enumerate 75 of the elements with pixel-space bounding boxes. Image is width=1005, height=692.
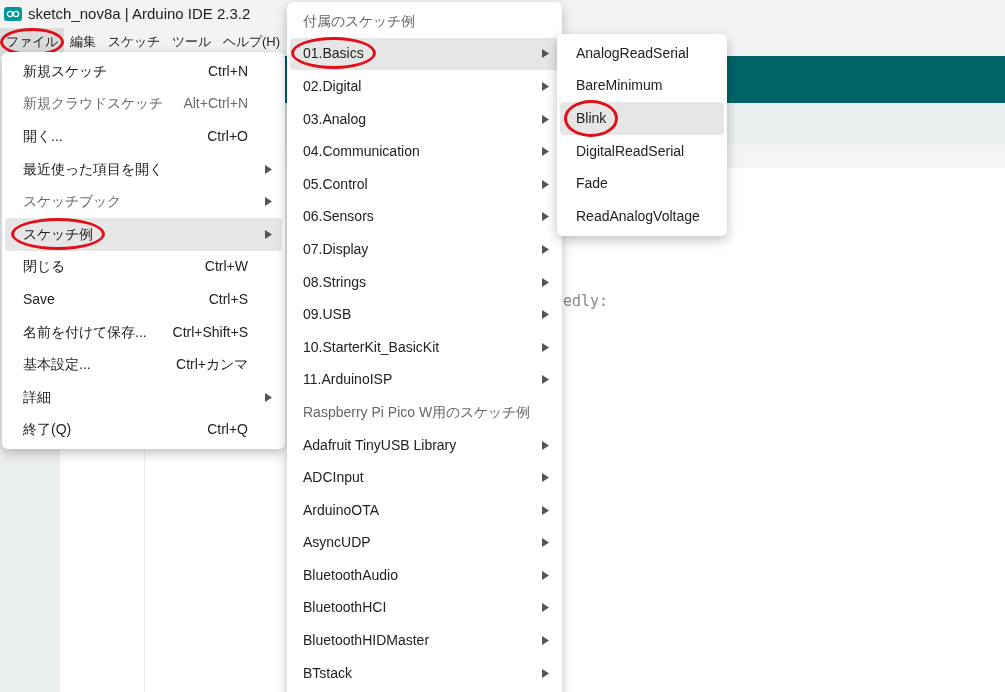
- submenu-arrow-icon: [542, 668, 549, 678]
- menu-item[interactable]: 閉じる Ctrl+W: [5, 250, 282, 284]
- menu-item[interactable]: 詳細: [5, 380, 282, 414]
- menu-item[interactable]: Adafruit TinyUSB Library: [290, 428, 559, 462]
- submenu-arrow-icon: [265, 164, 272, 174]
- submenu-arrow-icon: [542, 147, 549, 157]
- window-title: sketch_nov8a | Arduino IDE 2.3.2: [28, 3, 251, 24]
- menu-item[interactable]: ADCInput: [290, 461, 559, 494]
- submenu-arrow-icon: [542, 310, 549, 320]
- submenu-arrow-icon: [542, 473, 549, 483]
- menu-item[interactable]: 03.Analog: [290, 102, 559, 136]
- submenu-arrow-icon: [265, 392, 272, 402]
- shortcut-label: Alt+Ctrl+N: [183, 94, 248, 114]
- menu-item[interactable]: 09.USB: [290, 298, 559, 331]
- menu-item[interactable]: ReadAnalogVoltage: [560, 199, 724, 233]
- menu-item[interactable]: 06.Sensors: [290, 200, 559, 234]
- menu-item[interactable]: DigitalReadSerial: [560, 134, 724, 168]
- menu-item[interactable]: 05.Control: [290, 167, 559, 201]
- menu-item[interactable]: 08.Strings: [290, 265, 559, 299]
- app-logo-icon: [4, 7, 22, 21]
- menu-item[interactable]: 名前を付けて保存... Ctrl+Shift+S: [5, 315, 282, 349]
- submenu-arrow-icon: [542, 375, 549, 385]
- shortcut-label: Ctrl+S: [208, 289, 248, 309]
- menu-item[interactable]: 07.Display: [290, 233, 559, 266]
- submenu-arrow-icon: [542, 82, 549, 91]
- shortcut-label: Ctrl+N: [207, 61, 248, 81]
- menu-section-header: Raspberry Pi Pico W用のスケッチ例: [302, 402, 532, 422]
- menu-bar-item[interactable]: 編集: [64, 28, 102, 56]
- submenu-arrow-icon: [542, 212, 549, 222]
- menu-item[interactable]: AnalogReadSerial: [560, 37, 724, 70]
- submenu-arrow-icon: [542, 179, 549, 189]
- menu-item[interactable]: BluetoothAudio: [290, 559, 559, 592]
- submenu-arrow-icon: [265, 197, 272, 207]
- menu-item[interactable]: BluetoothHCI: [290, 591, 559, 625]
- submenu-arrow-icon: [265, 229, 272, 239]
- menu-item[interactable]: AsyncUDP: [290, 526, 559, 560]
- menu-item[interactable]: 基本設定... Ctrl+カンマ: [5, 348, 282, 381]
- shortcut-label: Ctrl+O: [207, 127, 248, 146]
- submenu-arrow-icon: [542, 277, 549, 287]
- menu-item[interactable]: 終了(Q) Ctrl+Q: [5, 413, 282, 447]
- submenu-arrow-icon: [542, 244, 549, 254]
- menu-bar-item[interactable]: ヘルプ(H): [217, 28, 287, 56]
- menu-item[interactable]: 10.StarterKit_BasicKit: [290, 330, 559, 364]
- code-text: edly:: [563, 292, 609, 310]
- submenu-arrow-icon: [542, 505, 549, 515]
- submenu-arrow-icon: [542, 538, 549, 548]
- submenu-arrow-icon: [542, 114, 549, 124]
- menu-item[interactable]: 開く... Ctrl+O: [5, 120, 282, 153]
- menu-item[interactable]: BluetoothHIDMaster: [290, 624, 559, 657]
- submenu-arrow-icon: [542, 440, 549, 450]
- submenu-arrow-icon: [542, 636, 549, 646]
- menu-item[interactable]: 04.Communication: [290, 135, 559, 168]
- shortcut-label: Ctrl+Q: [207, 420, 248, 440]
- menu-item[interactable]: Blink: [560, 102, 724, 135]
- menu-bar-item[interactable]: ツール: [166, 28, 217, 56]
- submenu-arrow-icon: [542, 570, 549, 580]
- menu-item[interactable]: 11.ArduinoISP: [290, 363, 559, 397]
- menu-item[interactable]: 最近使った項目を開く: [5, 152, 282, 186]
- submenu-arrow-icon: [542, 49, 549, 59]
- menu-item[interactable]: 02.Digital: [290, 70, 559, 103]
- submenu-arrow-icon: [542, 342, 549, 352]
- shortcut-label: Ctrl+W: [204, 257, 248, 277]
- menu-item[interactable]: 01.Basics: [290, 37, 559, 71]
- shortcut-label: Ctrl+カンマ: [176, 355, 248, 375]
- shortcut-label: Ctrl+Shift+S: [172, 322, 248, 342]
- menu-item[interactable]: BTstack: [290, 656, 559, 690]
- menu-item[interactable]: Fade: [560, 167, 724, 200]
- menu-item[interactable]: スケッチ例: [5, 217, 282, 251]
- menu-item[interactable]: Save Ctrl+S: [5, 283, 282, 316]
- menu-item[interactable]: BareMinimum: [560, 69, 724, 103]
- submenu-arrow-icon: [542, 603, 549, 613]
- menu-section-header: 付属のスケッチ例: [302, 11, 416, 31]
- menu-item[interactable]: ArduinoOTA: [290, 493, 559, 527]
- menu-bar-item[interactable]: スケッチ: [102, 28, 166, 56]
- menu-item[interactable]: 新規スケッチ Ctrl+N: [5, 55, 282, 88]
